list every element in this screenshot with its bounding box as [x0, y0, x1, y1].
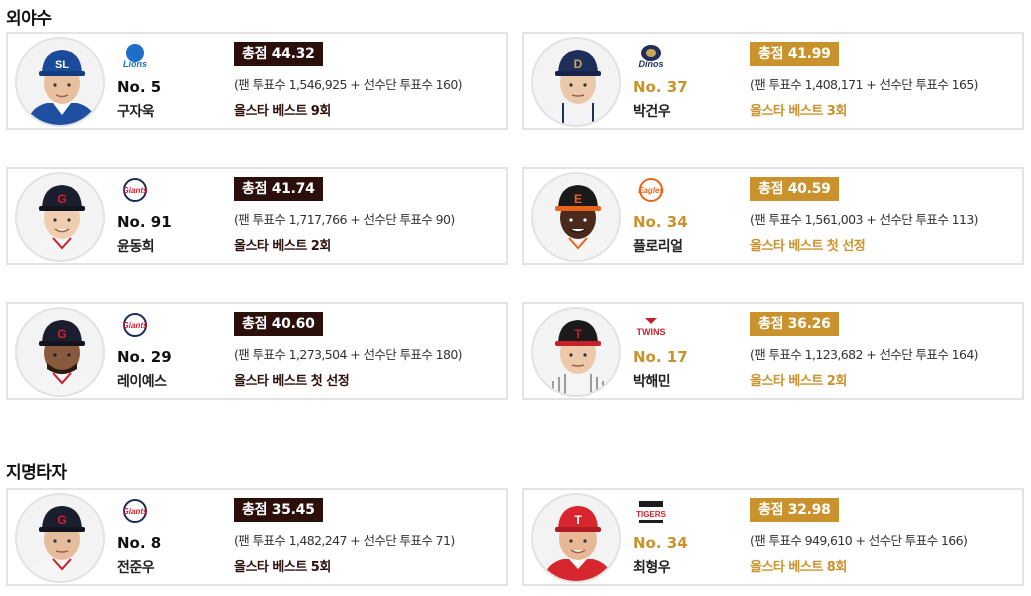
allstar-count: 올스타 베스트 2회 — [750, 374, 847, 389]
player-photo: G — [15, 493, 105, 583]
twins-logo-icon: TWINS — [631, 312, 671, 340]
allstar-count: 올스타 베스트 첫 선정 — [750, 239, 866, 254]
player-number: No. 91 — [117, 213, 172, 231]
player-photo: E — [531, 172, 621, 262]
player-card[interactable]: G Giants No. 8 전준우 총점 35.45 (팬 투표수 1,482… — [6, 488, 508, 586]
svg-text:G: G — [57, 192, 66, 206]
vote-breakdown: (팬 투표수 1,123,682 + 선수단 투표수 164) — [750, 347, 979, 362]
allstar-count: 올스타 베스트 5회 — [234, 560, 331, 575]
svg-text:TWINS: TWINS — [637, 327, 666, 337]
player-photo: T — [531, 493, 621, 583]
vote-breakdown: (팬 투표수 1,561,003 + 선수단 투표수 113) — [750, 212, 979, 227]
player-name: 구자욱 — [117, 104, 155, 120]
player-number: No. 8 — [117, 534, 162, 552]
allstar-count: 올스타 베스트 9회 — [234, 104, 331, 119]
player-name: 최형우 — [633, 560, 671, 576]
player-photo: G — [15, 172, 105, 262]
player-number: No. 37 — [633, 78, 688, 96]
player-card[interactable]: T TWINS No. 17 박해민 총점 36.26 (팬 투표수 1,123… — [522, 302, 1024, 400]
score-badge: 총점 41.74 — [234, 177, 323, 201]
player-number: No. 29 — [117, 348, 172, 366]
score-badge: 총점 41.99 — [750, 42, 839, 66]
player-number: No. 34 — [633, 213, 688, 231]
player-card[interactable]: SL Lions No. 5 구자욱 총점 44.32 (팬 투표수 1,546… — [6, 32, 508, 130]
player-number: No. 17 — [633, 348, 688, 366]
lions-logo-icon: Lions — [115, 42, 155, 70]
svg-text:Eagles: Eagles — [638, 186, 664, 195]
vote-breakdown: (팬 투표수 1,482,247 + 선수단 투표수 71) — [234, 533, 455, 548]
giants-logo-icon: Giants — [115, 498, 155, 526]
player-name: 플로리얼 — [633, 239, 683, 255]
tigers-logo-icon: TIGERS — [631, 498, 671, 526]
svg-text:Dinos: Dinos — [638, 59, 663, 69]
player-name: 박건우 — [633, 104, 671, 120]
eagles-logo-icon: Eagles — [631, 177, 671, 205]
giants-logo-icon: Giants — [115, 177, 155, 205]
player-card[interactable]: G Giants No. 91 윤동희 총점 41.74 (팬 투표수 1,71… — [6, 167, 508, 265]
section-title-designated-hitter: 지명타자 — [6, 463, 67, 483]
player-photo: SL — [15, 37, 105, 127]
vote-breakdown: (팬 투표수 949,610 + 선수단 투표수 166) — [750, 533, 968, 548]
score-badge: 총점 35.45 — [234, 498, 323, 522]
svg-text:Giants: Giants — [123, 321, 148, 330]
svg-text:Giants: Giants — [123, 507, 148, 516]
allstar-count: 올스타 베스트 첫 선정 — [234, 374, 350, 389]
svg-text:TIGERS: TIGERS — [636, 510, 666, 519]
svg-text:T: T — [574, 327, 582, 341]
svg-text:Lions: Lions — [123, 59, 147, 69]
dinos-logo-icon: Dinos — [631, 42, 671, 70]
svg-text:G: G — [57, 513, 66, 527]
player-name: 윤동희 — [117, 239, 155, 255]
giants-logo-icon: Giants — [115, 312, 155, 340]
player-name: 레이예스 — [117, 374, 167, 390]
player-photo: G — [15, 307, 105, 397]
score-badge: 총점 32.98 — [750, 498, 839, 522]
player-number: No. 5 — [117, 78, 162, 96]
svg-text:SL: SL — [55, 59, 69, 71]
svg-text:E: E — [574, 192, 582, 206]
svg-text:Giants: Giants — [123, 186, 148, 195]
svg-text:D: D — [574, 57, 583, 71]
vote-breakdown: (팬 투표수 1,408,171 + 선수단 투표수 165) — [750, 77, 979, 92]
score-badge: 총점 36.26 — [750, 312, 839, 336]
vote-breakdown: (팬 투표수 1,717,766 + 선수단 투표수 90) — [234, 212, 455, 227]
player-number: No. 34 — [633, 534, 688, 552]
score-badge: 총점 40.59 — [750, 177, 839, 201]
vote-breakdown: (팬 투표수 1,273,504 + 선수단 투표수 180) — [234, 347, 463, 362]
player-card[interactable]: T TIGERS No. 34 최형우 총점 32.98 (팬 투표수 949,… — [522, 488, 1024, 586]
player-name: 박해민 — [633, 374, 671, 390]
player-name: 전준우 — [117, 560, 155, 576]
svg-text:T: T — [574, 513, 582, 527]
player-card[interactable]: D Dinos No. 37 박건우 총점 41.99 (팬 투표수 1,408… — [522, 32, 1024, 130]
score-badge: 총점 44.32 — [234, 42, 323, 66]
svg-text:G: G — [57, 327, 66, 341]
player-card[interactable]: E Eagles No. 34 플로리얼 총점 40.59 (팬 투표수 1,5… — [522, 167, 1024, 265]
section-title-outfielder: 외야수 — [6, 9, 52, 29]
player-card[interactable]: G Giants No. 29 레이예스 총점 40.60 (팬 투표수 1,2… — [6, 302, 508, 400]
allstar-count: 올스타 베스트 3회 — [750, 104, 847, 119]
allstar-count: 올스타 베스트 8회 — [750, 560, 847, 575]
player-photo: D — [531, 37, 621, 127]
player-photo: T — [531, 307, 621, 397]
score-badge: 총점 40.60 — [234, 312, 323, 336]
vote-breakdown: (팬 투표수 1,546,925 + 선수단 투표수 160) — [234, 77, 463, 92]
allstar-count: 올스타 베스트 2회 — [234, 239, 331, 254]
